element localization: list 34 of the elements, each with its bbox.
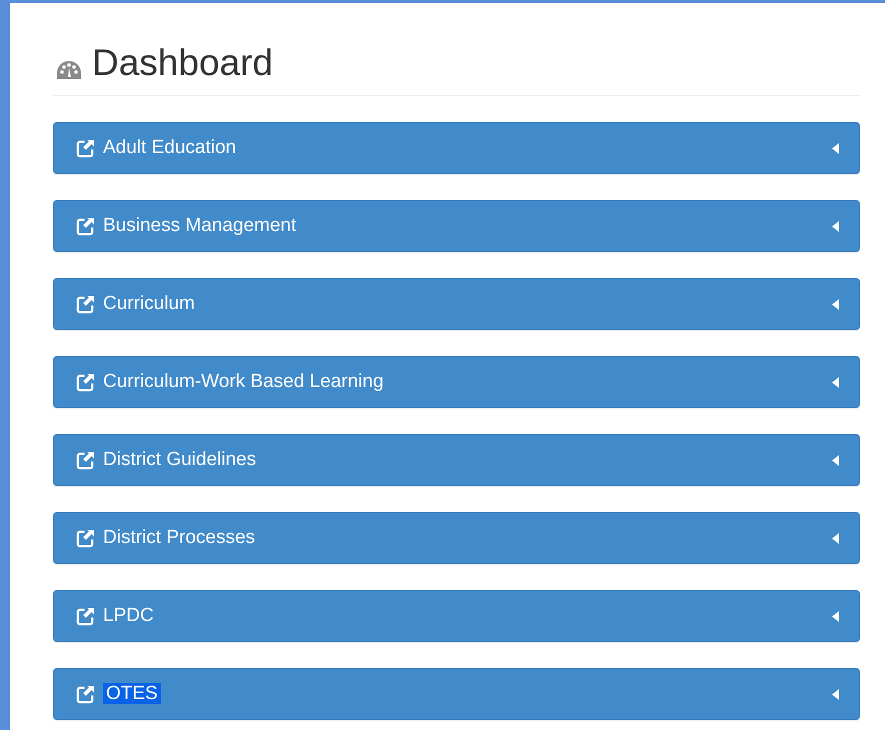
panel-title: Business Management bbox=[103, 215, 296, 236]
external-link-icon bbox=[76, 450, 95, 470]
category-panel[interactable]: District Guidelines bbox=[53, 434, 860, 486]
category-panel[interactable]: Curriculum-Work Based Learning bbox=[53, 356, 860, 408]
panel-title: LPDC bbox=[103, 605, 154, 626]
category-panel[interactable]: Business Management bbox=[53, 200, 860, 252]
dashboard-icon bbox=[56, 60, 82, 80]
panel-title: Curriculum-Work Based Learning bbox=[103, 371, 384, 392]
category-panel[interactable]: Adult Education bbox=[53, 122, 860, 174]
panel-title: District Processes bbox=[103, 527, 256, 548]
caret-icon bbox=[832, 142, 839, 154]
category-panel[interactable]: District Processes bbox=[53, 512, 860, 564]
external-link-icon bbox=[76, 684, 95, 704]
panel-title: Adult Education bbox=[103, 137, 236, 158]
panel-title: OTES bbox=[103, 683, 161, 704]
external-link-icon bbox=[76, 606, 95, 626]
caret-icon bbox=[832, 532, 839, 544]
category-panel[interactable]: OTES bbox=[53, 668, 860, 720]
caret-icon bbox=[832, 220, 839, 232]
caret-icon bbox=[832, 298, 839, 310]
page-title: Dashboard bbox=[92, 41, 274, 85]
external-link-icon bbox=[76, 138, 95, 158]
external-link-icon bbox=[76, 216, 95, 236]
panel-title: District Guidelines bbox=[103, 449, 256, 470]
panel-title: Curriculum bbox=[103, 293, 195, 314]
caret-icon bbox=[832, 688, 839, 700]
caret-icon bbox=[832, 376, 839, 388]
category-panel[interactable]: LPDC bbox=[53, 590, 860, 642]
external-link-icon bbox=[76, 372, 95, 392]
external-link-icon bbox=[76, 294, 95, 314]
category-panel[interactable]: Curriculum bbox=[53, 278, 860, 330]
caret-icon bbox=[832, 610, 839, 622]
external-link-icon bbox=[76, 528, 95, 548]
caret-icon bbox=[832, 454, 839, 466]
